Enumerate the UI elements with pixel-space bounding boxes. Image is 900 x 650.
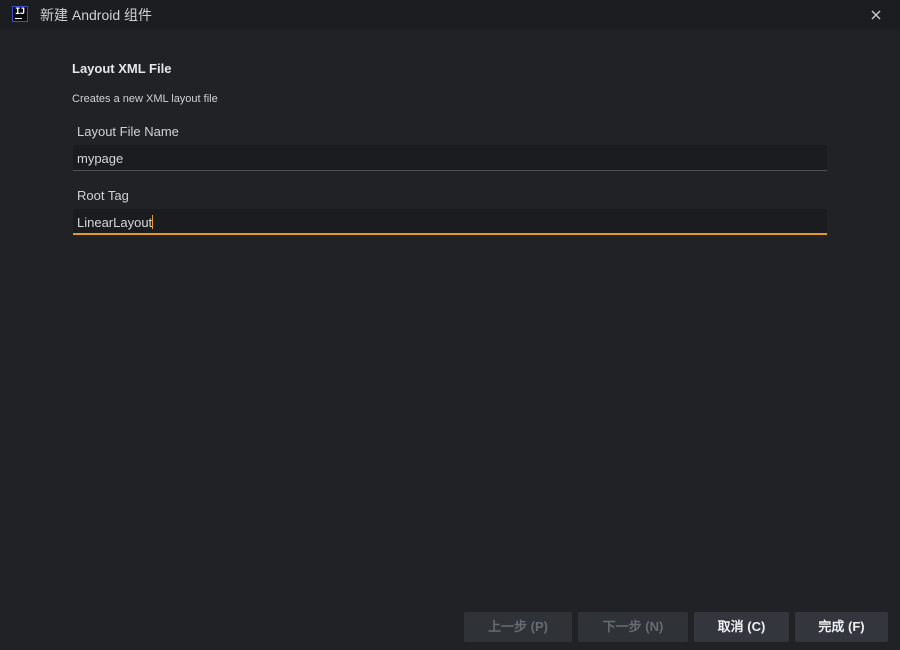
cancel-button[interactable]: 取消 (C): [694, 612, 789, 642]
previous-button[interactable]: 上一步 (P): [464, 612, 572, 642]
text-caret: [152, 215, 154, 229]
layout-file-name-field[interactable]: mypage: [73, 145, 827, 171]
root-tag-label: Root Tag: [77, 188, 129, 203]
page-heading: Layout XML File: [72, 61, 172, 76]
app-icon-text: IJ: [15, 7, 25, 17]
close-icon[interactable]: [866, 5, 886, 25]
intellij-app-icon: IJ: [12, 6, 28, 22]
root-tag-value-wrap: LinearLayout: [77, 215, 154, 230]
root-tag-field[interactable]: LinearLayout: [73, 209, 827, 235]
title-bar: IJ 新建 Android 组件: [0, 0, 900, 29]
finish-button[interactable]: 完成 (F): [795, 612, 888, 642]
layout-file-name-label: Layout File Name: [77, 124, 179, 139]
layout-file-name-value: mypage: [77, 151, 124, 166]
root-tag-value: LinearLayout: [77, 215, 153, 230]
page-subtitle: Creates a new XML layout file: [72, 93, 218, 105]
next-button[interactable]: 下一步 (N): [578, 612, 688, 642]
window-title: 新建 Android 组件: [40, 7, 153, 23]
